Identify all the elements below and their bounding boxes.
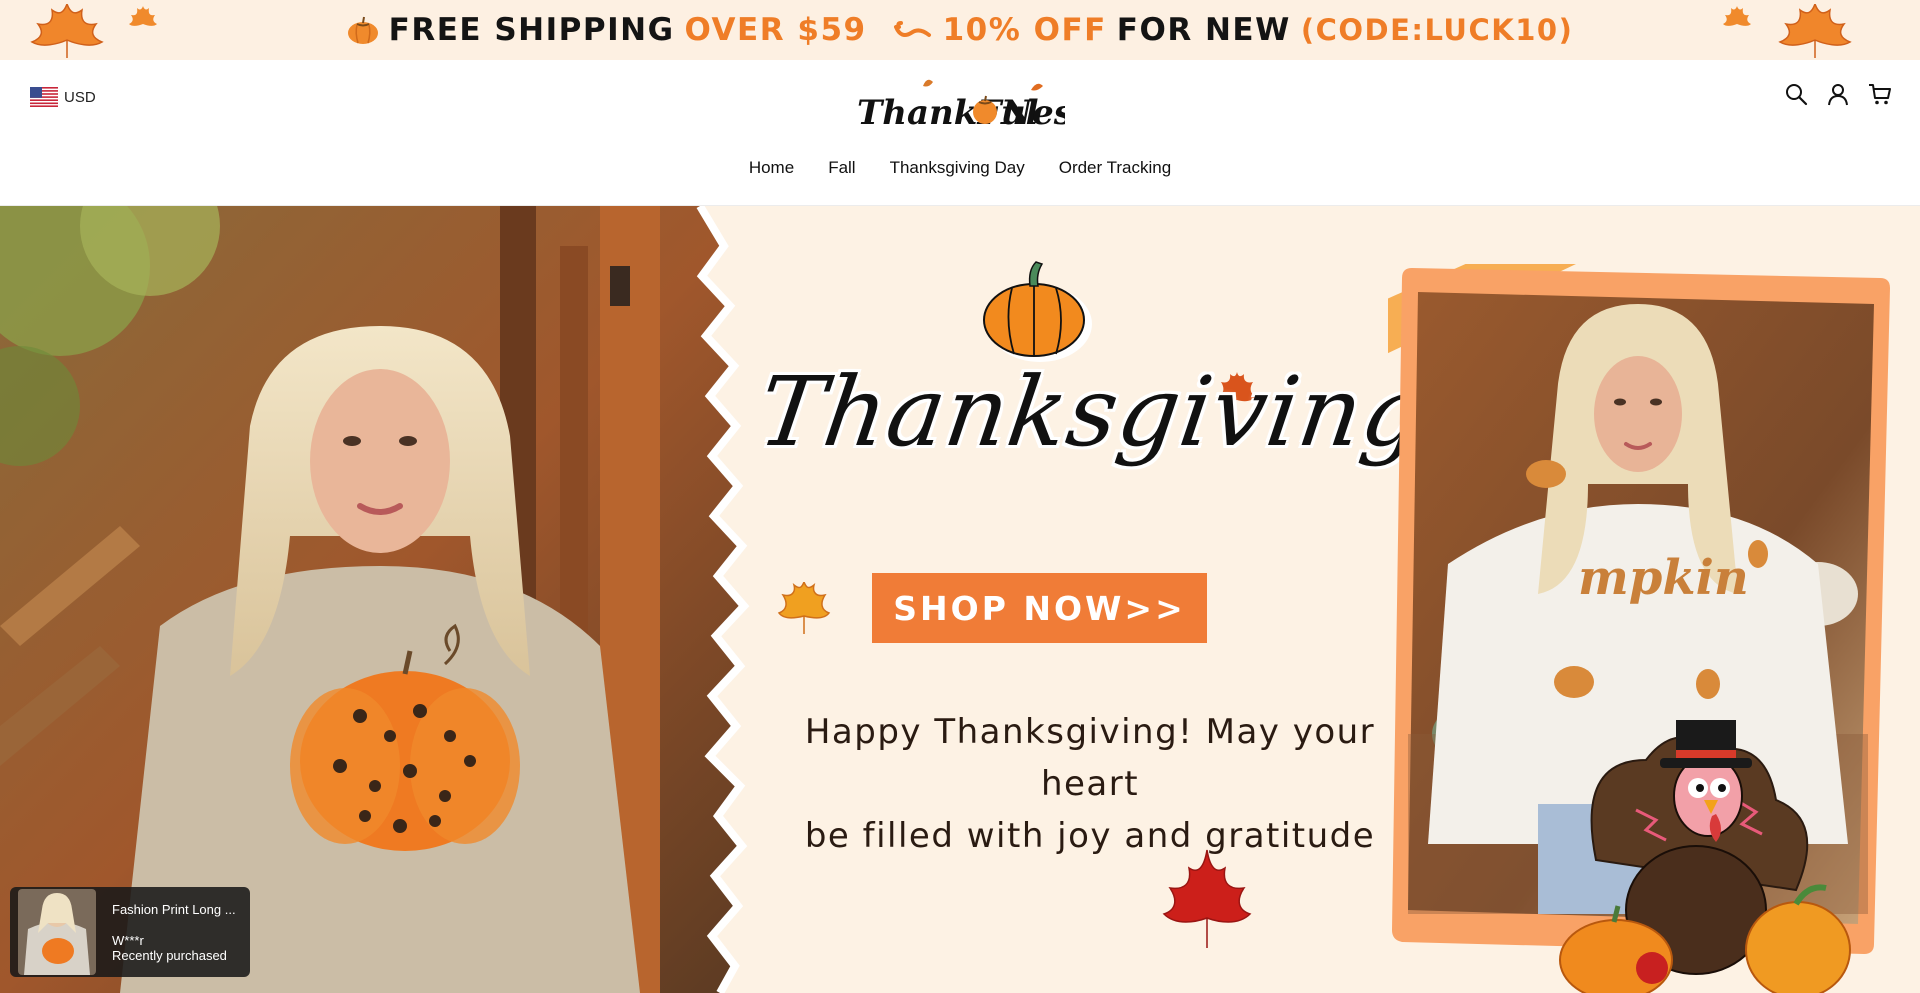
site-logo[interactable]: ThankFul Nest <box>855 72 1065 134</box>
nav-item-order-tracking[interactable]: Order Tracking <box>1059 158 1171 178</box>
account-icon[interactable] <box>1826 82 1850 106</box>
announce-free-shipping: FREE SHIPPING <box>388 12 675 48</box>
hero-message: Happy Thanksgiving! May your heart be fi… <box>760 706 1420 862</box>
recent-purchase-toast[interactable]: Fashion Print Long ... W***r Recently pu… <box>10 887 250 977</box>
hero-message-line1: Happy Thanksgiving! May your heart <box>804 712 1376 804</box>
announce-for-new: FOR NEW <box>1116 12 1291 48</box>
announce-discount: 10% OFF <box>942 12 1107 48</box>
toast-product-title: Fashion Print Long ... <box>112 901 236 917</box>
pumpkin-icon <box>983 261 1092 362</box>
main-nav: Home Fall Thanksgiving Day Order Trackin… <box>0 158 1920 178</box>
sweater-text: mpkin <box>1578 550 1749 606</box>
toast-status: Recently purchased <box>112 947 227 963</box>
announcement-text: FREE SHIPPING OVER $59 10% OFF FOR NEW (… <box>347 12 1574 48</box>
currency-label: USD <box>64 88 96 106</box>
model-photo-left <box>0 206 760 993</box>
maple-leaf-icon <box>1162 849 1252 948</box>
toast-info: Fashion Print Long ... W***r Recently pu… <box>112 902 236 963</box>
site-header: USD ThankFul Nest Home Fall Thanksgiving… <box>0 60 1920 206</box>
svg-text:Nest: Nest <box>1000 93 1065 133</box>
pumpkin-icon <box>347 16 378 44</box>
hero-message-line2: be filled with joy and gratitude <box>804 816 1376 856</box>
nav-item-thanksgiving-day[interactable]: Thanksgiving Day <box>890 158 1025 178</box>
maple-leaf-icon <box>1778 4 1852 58</box>
turkey-illustration <box>1559 720 1851 993</box>
toast-buyer: W***r <box>112 932 144 948</box>
swirl-icon <box>893 21 931 37</box>
maple-leaf-icon <box>30 4 104 58</box>
maple-leaf-icon <box>129 6 157 33</box>
announcement-bar: FREE SHIPPING OVER $59 10% OFF FOR NEW (… <box>0 0 1920 60</box>
product-thumbnail <box>18 889 96 975</box>
us-flag-icon <box>30 87 58 107</box>
announce-code: (CODE:LUCK10) <box>1300 13 1574 47</box>
maple-leaf-icon <box>777 582 831 634</box>
shop-now-button[interactable]: SHOP NOW>> <box>872 573 1207 643</box>
currency-selector[interactable]: USD <box>30 87 96 107</box>
hero-banner[interactable]: Thanksgiving Day SHOP NOW>> Happy Thanks… <box>0 206 1920 993</box>
cart-icon[interactable] <box>1868 82 1892 106</box>
nav-item-home[interactable]: Home <box>749 158 794 178</box>
search-icon[interactable] <box>1784 82 1808 106</box>
announce-threshold: OVER $59 <box>684 12 867 48</box>
maple-leaf-icon <box>1723 6 1751 33</box>
nav-item-fall[interactable]: Fall <box>828 158 855 178</box>
header-icons <box>1784 82 1892 106</box>
